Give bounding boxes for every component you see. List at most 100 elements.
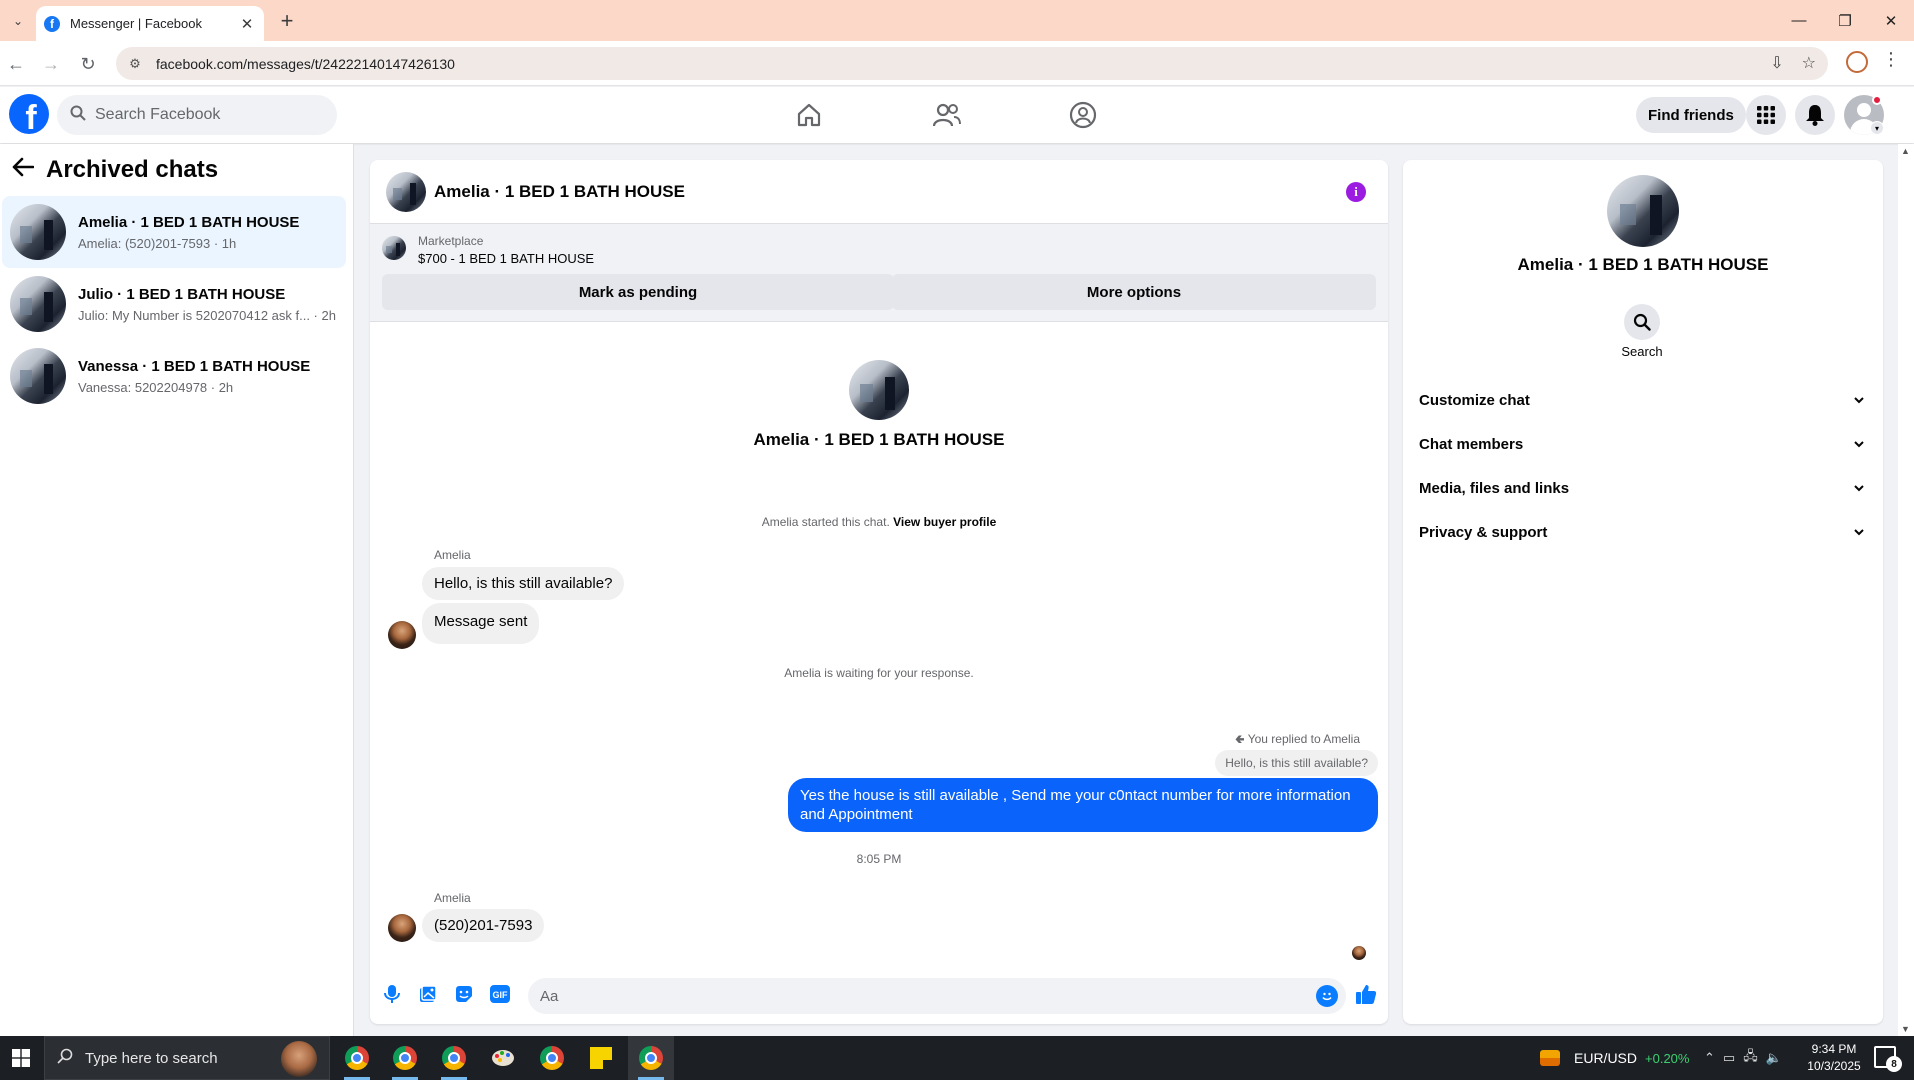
close-window-icon[interactable]: ✕ [1868,0,1914,41]
scroll-up-icon[interactable]: ▲ [1901,146,1910,156]
tab-search-dropdown[interactable]: ⌄ [6,10,30,32]
started-text: Amelia started this chat. [761,515,890,529]
microphone-icon[interactable] [380,982,404,1006]
message-input-box[interactable] [528,978,1346,1014]
reply-arrow-icon: 🢀 [1234,732,1248,746]
find-friends-button[interactable]: Find friends [1636,97,1746,133]
conversation-header: Amelia · 1 BED 1 BATH HOUSE i [370,160,1388,224]
chat-started-notice: Amelia started this chat. View buyer pro… [370,515,1388,529]
details-avatar[interactable] [1607,175,1679,247]
install-app-icon[interactable]: ⇩ [1770,53,1783,73]
notifications-bell-icon[interactable] [1795,95,1835,135]
site-settings-icon[interactable]: ⚙ [126,55,144,73]
bookmark-star-icon[interactable]: ☆ [1802,53,1816,73]
privacy-support-section[interactable]: Privacy & support [1411,512,1875,552]
conversation-search-button[interactable] [1624,304,1660,340]
facebook-search-input[interactable] [95,106,315,124]
media-files-links-section[interactable]: Media, files and links [1411,468,1875,508]
browser-tab-messenger[interactable]: f Messenger | Facebook ✕ [36,6,264,41]
chat-preview: Amelia: (520)201-7593 · 1h [78,235,237,251]
back-arrow-icon[interactable] [12,156,35,184]
chat-item-vanessa[interactable]: Vanessa · 1 BED 1 BATH HOUSE Vanessa: 52… [2,340,346,412]
like-thumbs-up-icon[interactable] [1354,982,1378,1006]
new-tab-button[interactable]: + [274,8,300,34]
ticker-symbol: EUR/USD [1574,1050,1638,1066]
scroll-down-icon[interactable]: ▼ [1901,1024,1910,1034]
archived-chats-title: Archived chats [46,156,219,183]
meet-now-icon[interactable]: ▭ [1723,1050,1735,1066]
back-icon[interactable]: ← [2,50,30,78]
photo-icon[interactable] [416,982,440,1006]
tab-title: Messenger | Facebook [70,16,202,31]
friends-icon[interactable] [932,101,962,129]
page-scrollbar[interactable]: ▲ ▼ [1898,144,1914,1036]
message-input[interactable] [540,987,1280,1005]
taskbar-clock[interactable]: 9:34 PM 10/3/2025 [1798,1041,1870,1075]
gif-icon[interactable]: GIF [488,982,512,1006]
listing-title[interactable]: $700 - 1 BED 1 BATH HOUSE [418,251,594,266]
browser-menu-icon[interactable]: ⋮ [1882,49,1900,70]
sender-avatar[interactable] [388,621,416,649]
facebook-logo-icon[interactable]: f [9,94,49,134]
waiting-notice: Amelia is waiting for your response. [784,666,974,680]
sticker-icon[interactable] [452,982,476,1006]
mark-as-pending-button[interactable]: Mark as pending [382,274,894,310]
emoji-icon[interactable] [1316,985,1338,1007]
outgoing-message[interactable]: Yes the house is still available , Send … [788,778,1378,832]
incoming-message[interactable]: (520)201-7593 [422,909,545,942]
taskbar-chrome[interactable] [529,1036,575,1080]
volume-icon[interactable]: 🔈 [1766,1050,1782,1066]
search-icon [57,1048,73,1069]
clock-time: 9:34 PM [1811,1042,1857,1056]
view-buyer-profile-link[interactable]: View buyer profile [893,515,996,529]
taskbar-paint-icon[interactable] [480,1036,526,1080]
chat-name: Julio · 1 BED 1 BATH HOUSE [78,285,286,303]
taskbar-search[interactable]: Type here to search [44,1036,330,1080]
taskbar-chrome-active[interactable] [628,1036,674,1080]
conversation-title[interactable]: Amelia · 1 BED 1 BATH HOUSE [434,182,685,202]
show-hidden-icons-icon[interactable]: ⌃ [1704,1050,1715,1066]
replied-label: 🢀 You replied to Amelia [1234,732,1360,746]
network-icon[interactable]: 🖧 [1743,1047,1758,1069]
info-icon[interactable]: i [1346,182,1366,202]
reply-quote[interactable]: Hello, is this still available? [1215,750,1378,776]
more-options-button[interactable]: More options [892,274,1376,310]
incoming-message[interactable]: Hello, is this still available? [422,567,625,600]
clock-date: 10/3/2025 [1807,1059,1861,1073]
chat-members-section[interactable]: Chat members [1411,424,1875,464]
section-label: Privacy & support [1419,523,1548,541]
taskbar-chrome-profile-1[interactable] [334,1036,380,1080]
sender-avatar[interactable] [388,914,416,942]
menu-grid-icon[interactable] [1746,95,1786,135]
minimize-icon[interactable]: — [1776,0,1822,41]
incoming-message[interactable]: Message sent [422,603,540,644]
taskbar-chrome-profile-3[interactable] [431,1036,477,1080]
reload-icon[interactable]: ↻ [74,50,102,78]
forward-icon[interactable]: → [37,50,65,78]
customize-chat-section[interactable]: Customize chat [1411,380,1875,420]
taskbar-chrome-profile-2[interactable] [382,1036,428,1080]
sender-name: Amelia [434,891,471,905]
conversation-avatar[interactable] [386,171,426,212]
url-text[interactable]: facebook.com/messages/t/2422214014742613… [156,56,455,72]
chat-item-julio[interactable]: Julio · 1 BED 1 BATH HOUSE Julio: My Num… [2,268,346,340]
ticker-widget[interactable]: EUR/USD +0.20% [1540,1036,1689,1080]
seen-indicator-avatar [1352,946,1366,960]
chat-item-amelia[interactable]: Amelia · 1 BED 1 BATH HOUSE Amelia: (520… [2,196,346,268]
archived-chats-sidebar: Archived chats Amelia · 1 BED 1 BATH HOU… [0,144,354,1036]
browser-profile-icon[interactable] [1846,51,1868,73]
account-chevron-icon[interactable]: ▾ [1870,121,1884,135]
tab-close-icon[interactable]: ✕ [238,15,256,33]
marketplace-label: Marketplace [418,234,484,248]
listing-thumbnail[interactable] [382,236,406,260]
details-name: Amelia · 1 BED 1 BATH HOUSE [1517,255,1769,274]
restore-icon[interactable]: ❐ [1822,0,1868,41]
home-icon[interactable] [794,101,824,129]
notification-count-badge: 8 [1886,1056,1902,1072]
groups-icon[interactable] [1068,101,1098,129]
address-bar[interactable]: ⚙ facebook.com/messages/t/24222140147426… [116,47,1828,80]
taskbar-sticky-notes-icon[interactable] [578,1036,624,1080]
facebook-search[interactable] [57,95,337,135]
sender-name: Amelia [434,548,471,562]
windows-start-icon[interactable] [0,1036,42,1080]
